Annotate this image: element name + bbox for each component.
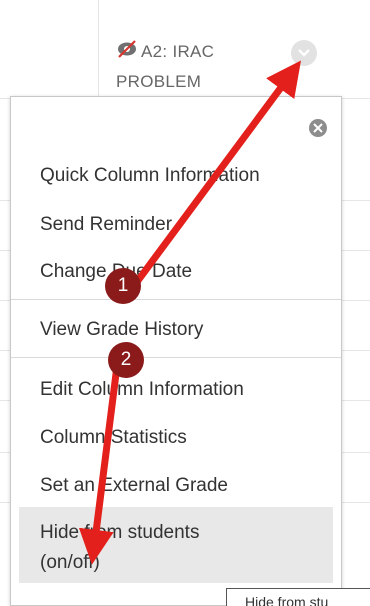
hide-from-students-tooltip: Hide from stu — [226, 588, 370, 606]
menu-item-hide-from-students[interactable]: Hide from students (on/off) — [19, 507, 333, 583]
chevron-down-icon — [298, 49, 310, 57]
menu-item-view-grade-history[interactable]: View Grade History — [19, 317, 333, 343]
close-icon — [313, 123, 323, 133]
menu-item-set-external-grade[interactable]: Set an External Grade — [19, 473, 333, 499]
menu-item-quick-column-information[interactable]: Quick Column Information — [19, 163, 333, 189]
column-options-menu: Quick Column Information Send Reminder C… — [10, 96, 342, 606]
menu-item-column-statistics[interactable]: Column Statistics — [19, 425, 333, 451]
menu-item-edit-column-information[interactable]: Edit Column Information — [19, 377, 333, 403]
column-header: A2: IRAC PROBLEM — [98, 0, 370, 98]
column-options-button[interactable] — [291, 40, 317, 66]
column-title: A2: IRAC PROBLEM — [116, 37, 266, 97]
column-title-line1: A2: IRAC — [141, 42, 215, 61]
menu-item-send-reminder[interactable]: Send Reminder — [19, 212, 333, 238]
step-badge-2: 2 — [108, 342, 144, 378]
step-badge-1: 1 — [105, 268, 141, 304]
menu-divider — [11, 299, 341, 300]
menu-divider — [11, 357, 341, 358]
close-menu-button[interactable] — [309, 119, 327, 137]
menu-item-change-due-date[interactable]: Change Due Date — [19, 259, 333, 285]
column-title-line2: PROBLEM — [116, 72, 202, 91]
